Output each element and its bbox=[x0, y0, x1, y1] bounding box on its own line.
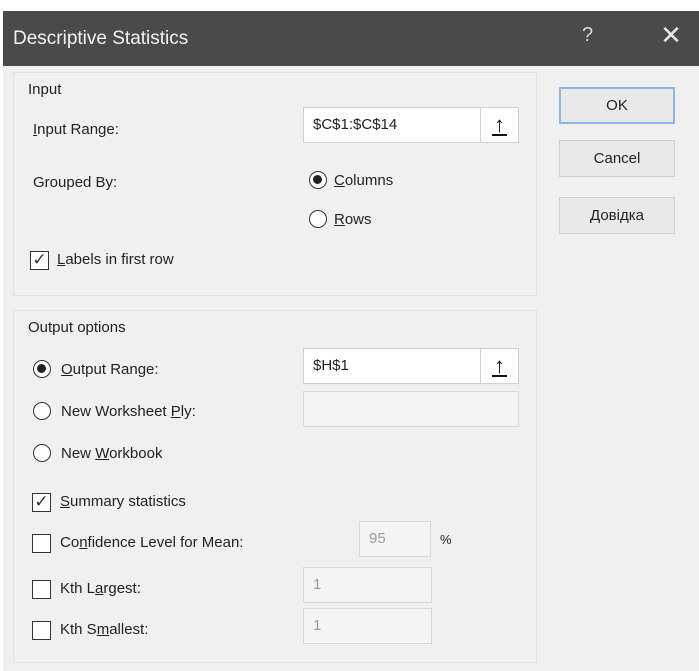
labels-first-row-checkbox[interactable]: ✓ bbox=[30, 251, 49, 270]
title-bar: Descriptive Statistics ? ✕ bbox=[0, 0, 699, 66]
output-range-field[interactable]: $H$1 bbox=[303, 348, 481, 384]
kth-largest-label[interactable]: Kth Largest: bbox=[60, 580, 141, 597]
input-range-label: Input Range: bbox=[33, 121, 119, 138]
percent-sign: % bbox=[440, 532, 452, 547]
labels-first-row-label[interactable]: Labels in first row bbox=[57, 251, 174, 268]
new-worksheet-ply-field bbox=[303, 391, 519, 427]
columns-radio-label[interactable]: Columns bbox=[334, 172, 393, 189]
columns-radio[interactable] bbox=[309, 171, 327, 189]
input-group-label: Input bbox=[28, 81, 62, 98]
kth-largest-field: 1 bbox=[303, 567, 432, 603]
grouped-by-label: Grouped By: bbox=[33, 174, 118, 191]
help-icon[interactable]: ? bbox=[582, 24, 593, 47]
help-button[interactable]: Довідка bbox=[559, 197, 675, 234]
title-bar-background: Descriptive Statistics ? ✕ bbox=[3, 11, 699, 66]
dialog-body: Input Input Range: $C$1:$C$14 ↑ Grouped … bbox=[3, 66, 699, 671]
kth-smallest-checkbox[interactable] bbox=[32, 621, 51, 640]
kth-largest-checkbox[interactable] bbox=[32, 580, 51, 599]
summary-statistics-checkbox[interactable]: ✓ bbox=[32, 493, 51, 512]
new-worksheet-ply-label[interactable]: New Worksheet Ply: bbox=[61, 403, 196, 420]
output-options-label: Output options bbox=[28, 319, 126, 336]
input-group: Input Input Range: $C$1:$C$14 ↑ Grouped … bbox=[13, 72, 537, 296]
kth-smallest-field: 1 bbox=[303, 608, 432, 644]
confidence-level-label[interactable]: Confidence Level for Mean: bbox=[60, 534, 243, 551]
output-options-group: Output options Output Range: $H$1 ↑ New … bbox=[13, 310, 537, 663]
kth-smallest-label[interactable]: Kth Smallest: bbox=[60, 621, 148, 638]
up-arrow-icon: ↑ bbox=[494, 112, 505, 137]
summary-statistics-label[interactable]: Summary statistics bbox=[60, 493, 186, 510]
confidence-level-field: 95 bbox=[359, 521, 431, 557]
output-range-radio[interactable] bbox=[33, 360, 51, 378]
new-workbook-radio[interactable] bbox=[33, 444, 51, 462]
rows-radio-label[interactable]: Rows bbox=[334, 211, 372, 228]
ok-button[interactable]: OK bbox=[559, 87, 675, 124]
new-worksheet-ply-radio[interactable] bbox=[33, 402, 51, 420]
up-arrow-icon: ↑ bbox=[494, 353, 505, 378]
dialog-title: Descriptive Statistics bbox=[13, 28, 189, 49]
output-range-label[interactable]: Output Range: bbox=[61, 361, 159, 378]
confidence-level-checkbox[interactable] bbox=[32, 534, 51, 553]
rows-radio[interactable] bbox=[309, 210, 327, 228]
new-workbook-label[interactable]: New Workbook bbox=[61, 445, 162, 462]
close-icon[interactable]: ✕ bbox=[656, 20, 686, 50]
output-range-picker-button[interactable]: ↑ bbox=[480, 348, 519, 384]
cancel-button[interactable]: Cancel bbox=[559, 140, 675, 177]
input-range-field[interactable]: $C$1:$C$14 bbox=[303, 107, 481, 143]
input-range-picker-button[interactable]: ↑ bbox=[480, 107, 519, 143]
